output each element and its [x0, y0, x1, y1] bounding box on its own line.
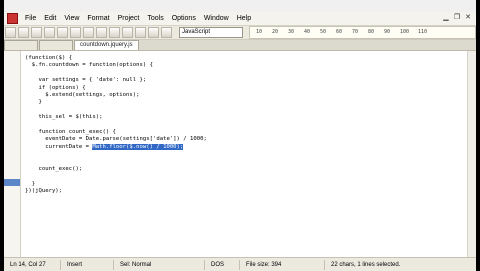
code-line: $.extend(settings, options);	[25, 91, 140, 98]
ruler-mark: 30	[288, 29, 295, 35]
selection-mode: Sel: Normal	[114, 259, 205, 270]
ruler-mark: 90	[384, 29, 391, 35]
insert-mode: Insert	[61, 259, 114, 270]
menu-bar: File Edit View Format Project Tools Opti…	[4, 12, 476, 26]
ruler-mark: 70	[352, 29, 359, 35]
new-file-button[interactable]	[5, 27, 16, 38]
code-line: $.fn.countdown = function(options) {	[25, 62, 153, 69]
menu-options[interactable]: Options	[168, 15, 200, 22]
close-icon[interactable]: ✕	[464, 13, 472, 21]
restore-icon[interactable]: ❐	[453, 13, 461, 21]
ruler-mark: 110	[418, 29, 428, 35]
tab-file-2[interactable]	[39, 40, 73, 50]
ruler-mark: 40	[304, 29, 311, 35]
menu-help[interactable]: Help	[233, 15, 255, 22]
redo-button[interactable]	[109, 27, 120, 38]
open-file-button[interactable]	[18, 27, 29, 38]
letterbox-right	[476, 0, 480, 270]
find-button[interactable]	[122, 27, 133, 38]
save-button[interactable]	[31, 27, 42, 38]
minimize-icon[interactable]: ▁	[442, 13, 450, 21]
window-controls: ▁ ❐ ✕	[442, 13, 472, 21]
undo-button[interactable]	[96, 27, 107, 38]
code-area[interactable]: (function($) { $.fn.countdown = function…	[25, 55, 207, 195]
selection-info: 22 chars, 1 lines selected.	[331, 261, 401, 268]
tab-file-1[interactable]	[4, 40, 38, 50]
settings-button[interactable]	[161, 27, 172, 38]
file-tabs: countdown.jquery.js	[4, 40, 476, 51]
code-line: count_exec();	[25, 165, 83, 172]
menu-project[interactable]: Project	[114, 15, 144, 22]
selected-text[interactable]: Math.floor($.now() / 1000);	[92, 143, 184, 150]
menu-file[interactable]: File	[21, 15, 40, 22]
line-ending-format: DOS	[205, 259, 240, 270]
code-line: }	[25, 99, 42, 106]
code-line: if (options) {	[25, 84, 86, 91]
file-size: File size: 394	[240, 259, 325, 270]
wordwrap-button[interactable]	[148, 27, 159, 38]
code-line: }	[25, 180, 36, 187]
code-editor[interactable]: (function($) { $.fn.countdown = function…	[4, 51, 476, 257]
replace-button[interactable]	[135, 27, 146, 38]
tab-countdown-jquery[interactable]: countdown.jquery.js	[74, 40, 139, 50]
language-select[interactable]: JavaScript	[179, 27, 243, 38]
vertical-scrollbar[interactable]	[467, 51, 476, 257]
code-line-prefix: currentDate =	[25, 143, 93, 150]
paste-button[interactable]	[83, 27, 94, 38]
code-line: (function($) {	[25, 55, 73, 61]
status-bar: Ln 14, Col 27 Insert Sel: Normal DOS Fil…	[4, 257, 476, 271]
ruler-mark: 80	[368, 29, 375, 35]
ruler-mark: 100	[400, 29, 410, 35]
ruler: 10 20 30 40 50 60 70 80 90 100 110	[249, 26, 476, 39]
menu-edit[interactable]: Edit	[40, 15, 60, 22]
editor-gutter	[4, 51, 21, 257]
code-line: })(jQuery);	[25, 188, 63, 195]
ruler-mark: 20	[272, 29, 279, 35]
menu-format[interactable]: Format	[83, 15, 113, 22]
code-line: var settings = { 'date': null };	[25, 77, 147, 84]
copy-button[interactable]	[70, 27, 81, 38]
ruler-mark: 10	[256, 29, 263, 35]
app-logo-icon	[7, 13, 18, 24]
current-line-marker	[4, 179, 20, 186]
ruler-mark: 60	[336, 29, 343, 35]
menu-window[interactable]: Window	[200, 15, 233, 22]
app-window: File Edit View Format Project Tools Opti…	[0, 0, 480, 271]
cut-button[interactable]	[57, 27, 68, 38]
code-line: eventDate = Date.parse(settings['date'])…	[25, 136, 207, 143]
letterbox-left	[0, 0, 4, 270]
menu-view[interactable]: View	[60, 15, 83, 22]
menu-tools[interactable]: Tools	[143, 15, 167, 22]
print-button[interactable]	[44, 27, 55, 38]
code-line-current: currentDate = Math.floor($.now() / 1000)…	[25, 143, 207, 151]
cursor-position: Ln 14, Col 27	[4, 259, 61, 270]
toolbar: JavaScript 10 20 30 40 50 60 70 80 90 10…	[4, 26, 476, 40]
code-line: this_sel = $(this);	[25, 114, 103, 121]
code-line: function count_exec() {	[25, 128, 116, 135]
ruler-mark: 50	[320, 29, 327, 35]
